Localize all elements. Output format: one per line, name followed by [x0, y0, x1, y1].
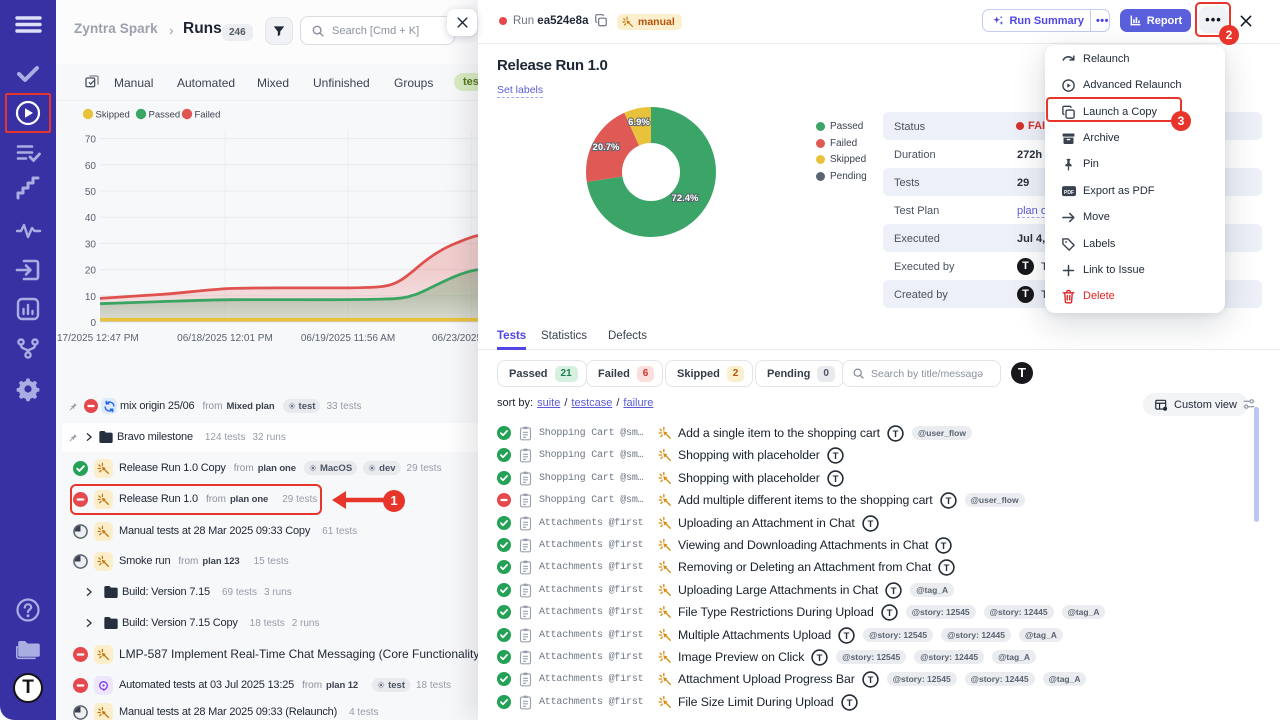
svg-text:T: T: [832, 451, 838, 462]
svg-text:T: T: [832, 474, 838, 485]
svg-text:Passed: Passed: [149, 110, 181, 121]
svg-text:T: T: [945, 496, 951, 507]
svg-text:T: T: [891, 586, 897, 597]
svg-text:20: 20: [85, 266, 97, 277]
svg-text:10: 10: [85, 292, 97, 303]
svg-text:Failed: Failed: [195, 110, 221, 121]
svg-text:PDF: PDF: [1064, 189, 1074, 195]
svg-text:T: T: [867, 675, 873, 686]
svg-text:Skipped: Skipped: [96, 110, 130, 121]
svg-text:0: 0: [90, 318, 96, 329]
svg-text:40: 40: [85, 213, 97, 224]
svg-text:50: 50: [85, 187, 97, 198]
svg-text:T: T: [846, 698, 852, 709]
svg-text:17/2025 12:47 PM: 17/2025 12:47 PM: [57, 333, 139, 344]
svg-text:T: T: [886, 608, 892, 619]
svg-text:T: T: [944, 563, 950, 574]
svg-text:T: T: [941, 541, 947, 552]
svg-text:06/19/2025 11:56 AM: 06/19/2025 11:56 AM: [301, 333, 395, 344]
svg-text:T: T: [817, 653, 823, 664]
svg-text:6.9%: 6.9%: [628, 117, 650, 128]
svg-text:T: T: [893, 429, 899, 440]
svg-text:30: 30: [85, 239, 97, 250]
svg-text:T: T: [867, 519, 873, 530]
svg-text:06/23/2025: 06/23/2025: [432, 333, 478, 344]
svg-text:T: T: [844, 631, 850, 642]
svg-text:72.4%: 72.4%: [672, 193, 699, 204]
svg-text:20.7%: 20.7%: [593, 142, 620, 153]
svg-text:06/18/2025 12:01 PM: 06/18/2025 12:01 PM: [177, 333, 273, 344]
svg-text:60: 60: [85, 161, 97, 172]
svg-text:70: 70: [85, 135, 97, 146]
